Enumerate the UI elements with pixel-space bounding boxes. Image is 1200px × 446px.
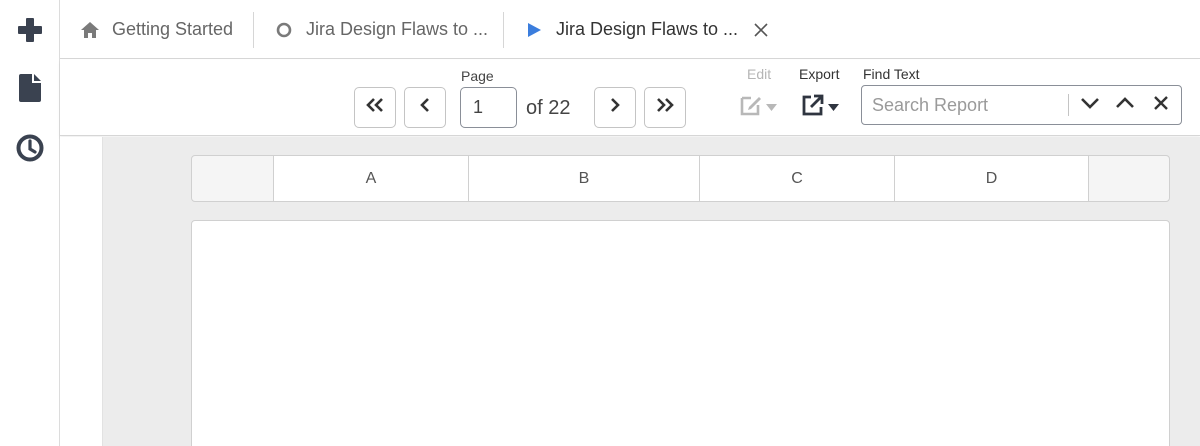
tab-divider — [503, 12, 504, 48]
find-text-label: Find Text — [863, 66, 920, 82]
report-toolbar: Page of 22 Edit Export Find Text — [60, 60, 1200, 136]
tab-label: Jira Design Flaws to ... — [306, 19, 489, 39]
chevron-left-icon — [420, 98, 430, 117]
tab-bar: Getting Started Jira Design Flaws to ...… — [60, 0, 1200, 59]
home-icon — [80, 21, 100, 38]
export-label: Export — [799, 66, 840, 82]
tab-getting-started[interactable]: Getting Started — [80, 0, 233, 59]
column-header-b[interactable]: B — [469, 156, 700, 201]
last-page-button[interactable] — [644, 87, 686, 128]
column-header-row: A B C D — [191, 155, 1170, 202]
search-divider — [1068, 94, 1069, 116]
column-header-d[interactable]: D — [895, 156, 1089, 201]
play-icon — [524, 22, 544, 38]
new-item-button[interactable] — [12, 14, 48, 50]
edit-button[interactable] — [739, 93, 777, 121]
previous-page-button[interactable] — [404, 87, 446, 128]
edit-icon — [739, 93, 763, 122]
first-page-button[interactable] — [354, 87, 396, 128]
tab-report-2-active[interactable]: Jira Design Flaws to ... — [524, 0, 768, 59]
find-text-box — [861, 85, 1182, 125]
chevron-up-icon — [1116, 96, 1134, 114]
left-gutter — [60, 137, 103, 446]
column-header-a[interactable]: A — [274, 156, 469, 201]
edit-label: Edit — [747, 66, 772, 82]
chevron-down-icon — [1081, 96, 1099, 114]
export-button[interactable] — [801, 93, 839, 121]
circle-icon — [274, 22, 294, 38]
report-viewer: A B C D — [60, 137, 1200, 446]
caret-down-icon — [766, 98, 777, 116]
chevron-right-icon — [610, 98, 620, 117]
column-header-c[interactable]: C — [700, 156, 895, 201]
export-icon — [801, 93, 825, 122]
tab-label: Getting Started — [112, 19, 234, 39]
double-chevron-right-icon — [656, 98, 674, 117]
clock-icon — [16, 134, 44, 167]
next-page-button[interactable] — [594, 87, 636, 128]
find-previous-button[interactable] — [1112, 92, 1138, 118]
tab-divider — [253, 12, 254, 48]
close-tab-icon[interactable] — [754, 22, 768, 37]
column-header-corner — [192, 156, 274, 201]
tab-report-1[interactable]: Jira Design Flaws to ... — [274, 0, 488, 59]
document-icon — [19, 73, 41, 107]
report-page — [191, 220, 1170, 446]
page-count: of 22 — [526, 97, 571, 119]
recent-button[interactable] — [12, 132, 48, 168]
left-rail — [0, 0, 60, 446]
plus-icon — [17, 17, 43, 48]
page-number-input[interactable] — [460, 87, 517, 128]
documents-button[interactable] — [12, 72, 48, 108]
find-next-button[interactable] — [1077, 92, 1103, 118]
page-label: Page — [461, 68, 494, 84]
report-canvas[interactable]: A B C D — [103, 137, 1200, 446]
clear-search-button[interactable] — [1148, 92, 1174, 118]
search-report-input[interactable] — [863, 87, 1063, 123]
caret-down-icon — [828, 98, 839, 116]
tab-label: Jira Design Flaws to ... — [556, 19, 739, 39]
double-chevron-left-icon — [366, 98, 384, 117]
close-icon — [1154, 95, 1168, 115]
